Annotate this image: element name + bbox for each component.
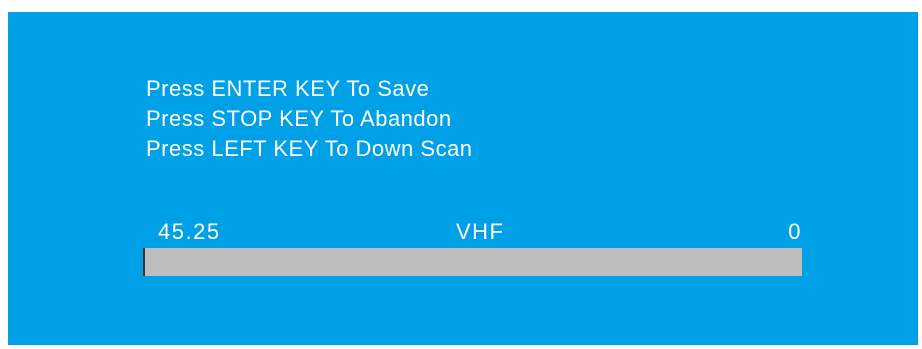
instruction-list: Press ENTER KEY To Save Press STOP KEY T… (146, 74, 473, 164)
instruction-save: Press ENTER KEY To Save (146, 76, 430, 101)
scan-progress-bar (143, 248, 802, 276)
band-label: VHF (456, 219, 505, 244)
scan-screen: Press ENTER KEY To Save Press STOP KEY T… (8, 12, 918, 345)
instruction-down-scan: Press LEFT KEY To Down Scan (146, 136, 473, 161)
instruction-abandon: Press STOP KEY To Abandon (146, 106, 452, 131)
level-readout: 0 (788, 219, 802, 244)
frequency-readout: 45.25 (158, 219, 221, 244)
scan-status: 45.25 VHF 0 (144, 217, 802, 247)
